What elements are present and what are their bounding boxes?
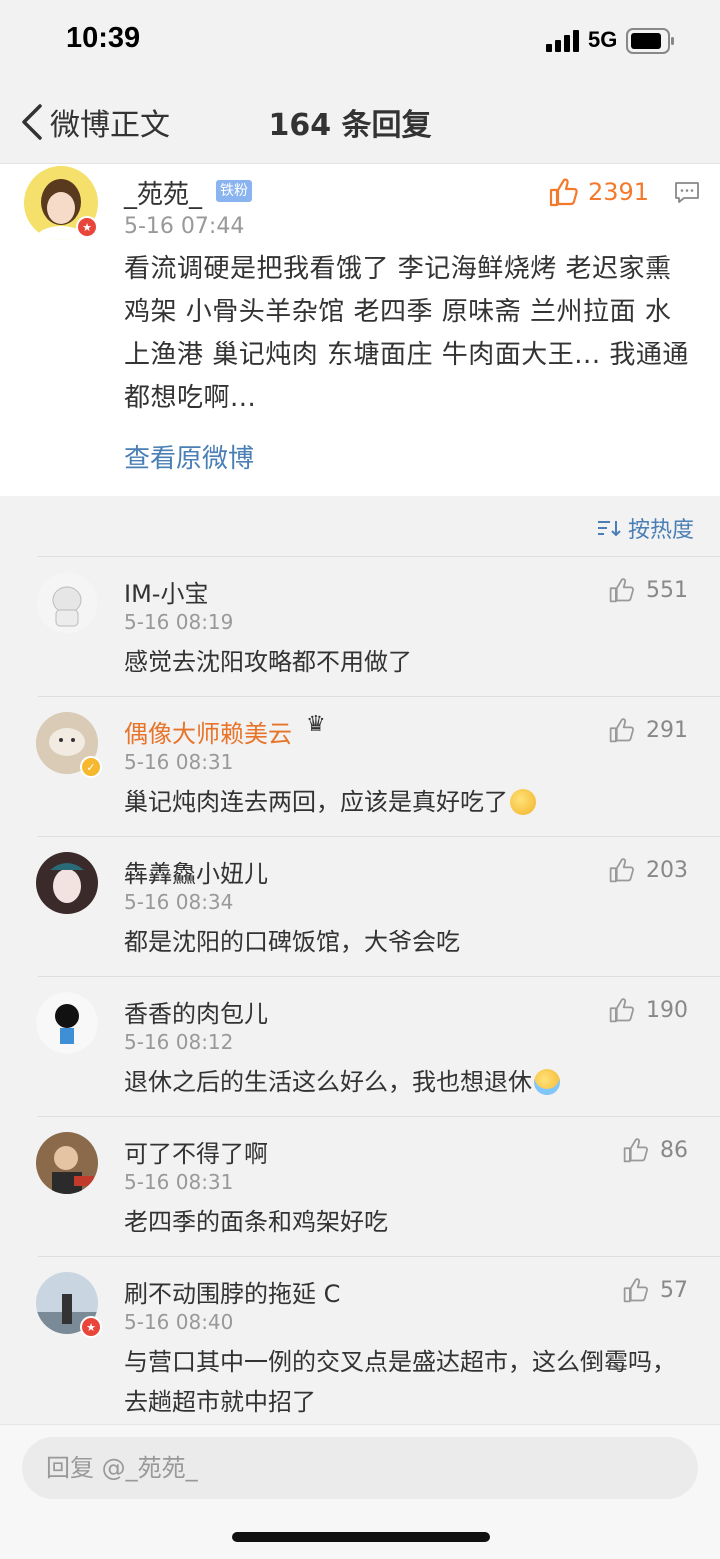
thumbs-up-icon	[609, 998, 634, 1023]
divider	[38, 696, 720, 697]
comment-username[interactable]: IM-小宝	[124, 574, 208, 609]
comment-username[interactable]: 香香的肉包儿	[124, 994, 268, 1029]
like-button[interactable]: 190	[608, 996, 688, 1024]
comment-timestamp: 5-16 08:31	[124, 1170, 234, 1194]
battery-icon	[626, 28, 674, 54]
avatar-image	[36, 572, 98, 634]
comment-username[interactable]: 犇羴鱻小妞儿	[124, 854, 268, 889]
comment-text: 退休之后的生活这么好么，我也想退休	[124, 1068, 532, 1096]
comment-text: 老四季的面条和鸡架好吃	[124, 1208, 388, 1236]
like-button[interactable]: 203	[608, 856, 688, 884]
like-count: 291	[646, 717, 688, 743]
network-label: 5G	[588, 27, 618, 52]
like-count: 57	[660, 1277, 688, 1303]
comment-text: 与营口其中一例的交叉点是盛达超市，这么倒霉吗，去趟超市就中招了	[124, 1348, 676, 1416]
crying-emoji-icon	[534, 1069, 560, 1095]
signal-icon	[546, 30, 579, 52]
like-count: 203	[646, 857, 688, 883]
divider	[38, 1256, 720, 1257]
list-item[interactable]: ✓ 偶像大师赖美云 ♛ 5-16 08:31 巢记炖肉连去两回，应该是真好吃了 …	[0, 696, 720, 836]
main-comment-text: 看流调硬是把我看饿了 李记海鲜烧烤 老迟家熏鸡架 小骨头羊杂馆 老四季 原味斋 …	[124, 254, 689, 413]
comment-timestamp: 5-16 08:40	[124, 1310, 234, 1334]
main-like-count: 2391	[588, 178, 650, 206]
fan-badge: 铁粉	[216, 180, 252, 202]
comment-timestamp: 5-16 08:19	[124, 610, 234, 634]
home-indicator	[232, 1532, 490, 1542]
thumbs-up-icon	[609, 578, 634, 603]
thumbs-up-icon	[623, 1278, 648, 1303]
thumbs-up-icon	[623, 1138, 648, 1163]
divider	[38, 836, 720, 837]
reply-input[interactable]	[22, 1437, 698, 1499]
list-item[interactable]: 可了不得了啊 5-16 08:31 老四季的面条和鸡架好吃 86	[0, 1116, 720, 1256]
divider	[38, 556, 720, 557]
sort-row: 按热度	[0, 496, 720, 556]
sort-label: 按热度	[627, 518, 694, 543]
verified-badge-icon: ★	[76, 216, 98, 238]
verified-badge-icon: ★	[80, 1316, 102, 1338]
comment-timestamp: 5-16 08:12	[124, 1030, 234, 1054]
view-original-link[interactable]: 查看原微博	[124, 438, 254, 475]
status-bar: 10:39 5G	[0, 0, 720, 80]
comment-username[interactable]: 偶像大师赖美云	[124, 714, 292, 749]
comment-text: 巢记炖肉连去两回，应该是真好吃了	[124, 788, 508, 816]
avatar-image	[36, 992, 98, 1054]
avatar[interactable]	[36, 1132, 98, 1194]
sort-icon	[597, 521, 621, 537]
comment-icon[interactable]	[674, 180, 700, 206]
like-button[interactable]: 57	[622, 1276, 688, 1304]
like-count: 551	[646, 577, 688, 603]
comment-text-row: 退休之后的生活这么好么，我也想退休	[124, 1062, 694, 1102]
sort-button[interactable]: 按热度	[596, 512, 694, 544]
like-count: 190	[646, 997, 688, 1023]
like-button[interactable]: 86	[622, 1136, 688, 1164]
comment-timestamp: 5-16 08:31	[124, 750, 234, 774]
comment-timestamp: 5-16 08:34	[124, 890, 234, 914]
divider	[38, 976, 720, 977]
main-username[interactable]: _苑苑_	[124, 174, 202, 211]
status-time: 10:39	[66, 22, 141, 54]
like-button[interactable]: 551	[608, 576, 688, 604]
list-item[interactable]: 香香的肉包儿 5-16 08:12 退休之后的生活这么好么，我也想退休 190	[0, 976, 720, 1116]
list-item[interactable]: ★ 刷不动围脖的拖延 C 5-16 08:40 与营口其中一例的交叉点是盛达超市…	[0, 1256, 720, 1424]
avatar[interactable]	[36, 572, 98, 634]
list-item[interactable]: 犇羴鱻小妞儿 5-16 08:34 都是沈阳的口碑饭馆，大爷会吃 203	[0, 836, 720, 976]
vip-badge-icon: ✓	[80, 756, 102, 778]
wink-emoji-icon	[510, 789, 536, 815]
avatar-image	[36, 1132, 98, 1194]
crown-icon: ♛	[306, 712, 326, 737]
thumbs-up-icon[interactable]	[548, 176, 580, 208]
like-button[interactable]: 291	[608, 716, 688, 744]
list-item[interactable]: IM-小宝 5-16 08:19 感觉去沈阳攻略都不用做了 551	[0, 556, 720, 696]
avatar[interactable]	[36, 852, 98, 914]
main-timestamp: 5-16 07:44	[124, 214, 245, 239]
nav-bar: 微博正文 164 条回复	[0, 80, 720, 164]
comment-username[interactable]: 刷不动围脖的拖延 C	[124, 1274, 340, 1309]
page-title: 164 条回复	[268, 108, 432, 143]
avatar[interactable]	[36, 992, 98, 1054]
comment-username[interactable]: 可了不得了啊	[124, 1134, 268, 1169]
avatar-image	[36, 852, 98, 914]
thumbs-up-icon	[609, 858, 634, 883]
divider	[38, 1116, 720, 1117]
comment-text-row: 巢记炖肉连去两回，应该是真好吃了	[124, 782, 694, 822]
like-count: 86	[660, 1137, 688, 1163]
comment-text: 都是沈阳的口碑饭馆，大爷会吃	[124, 928, 460, 956]
thumbs-up-icon	[609, 718, 634, 743]
comment-text: 感觉去沈阳攻略都不用做了	[124, 648, 412, 676]
